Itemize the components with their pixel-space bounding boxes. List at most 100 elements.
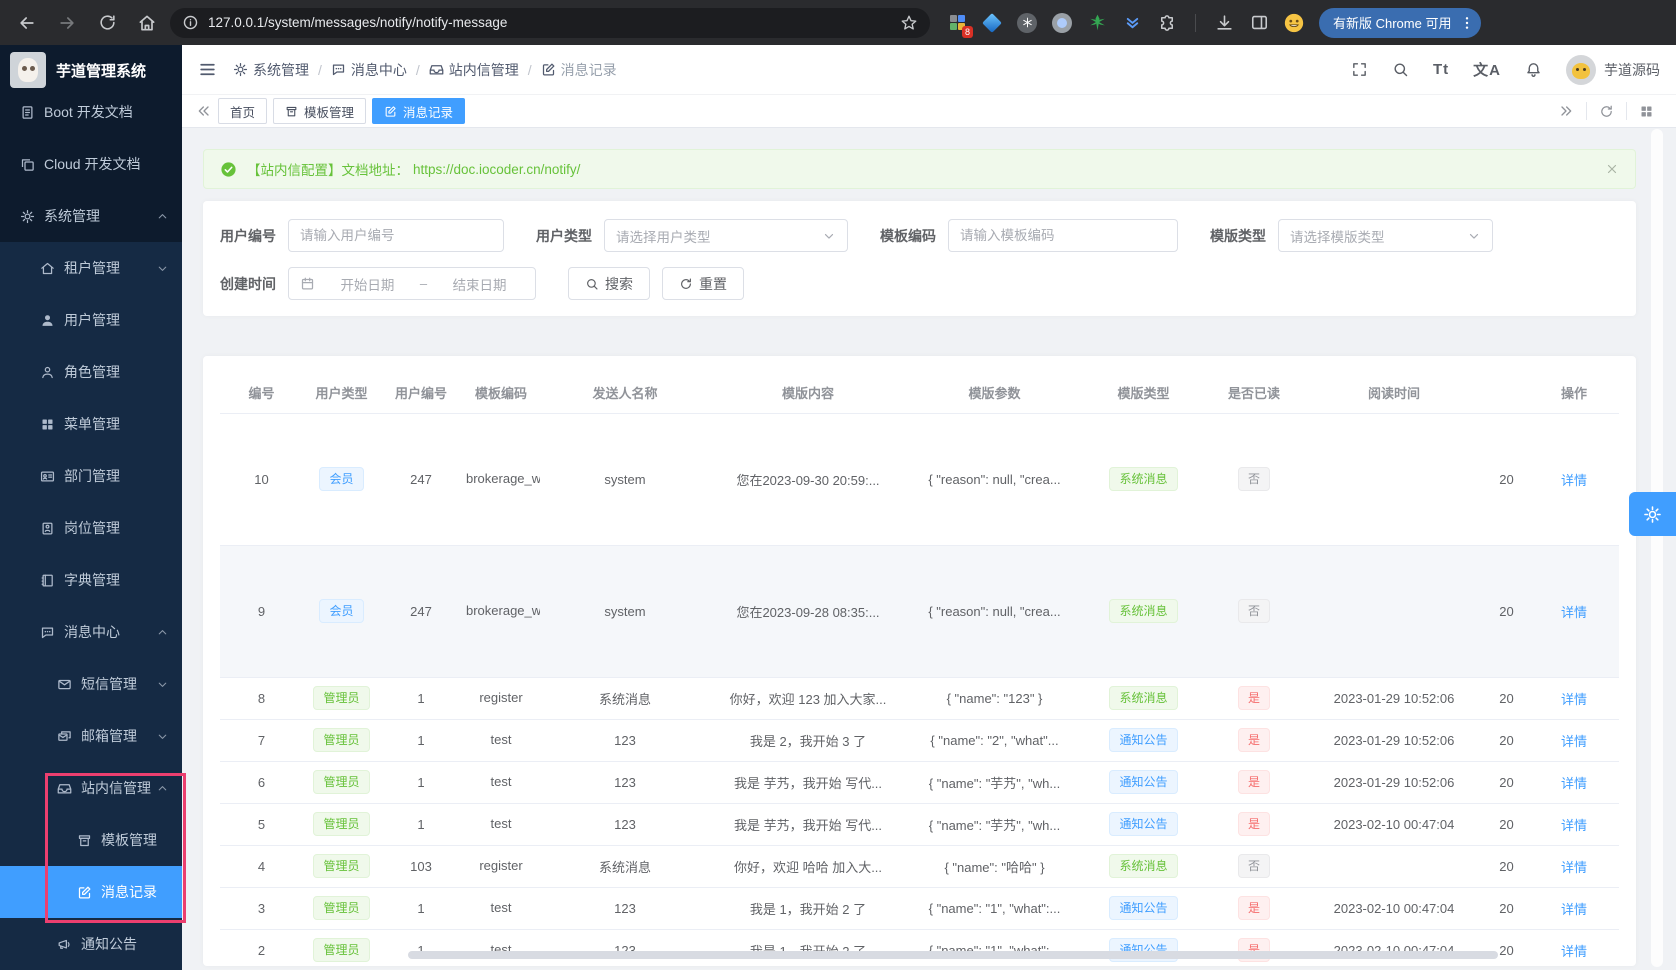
chevron-down-icon <box>156 262 169 275</box>
extension-chevrons-icon[interactable] <box>1121 12 1143 34</box>
user-type-cell: 会员 <box>303 413 380 545</box>
browser-back-button[interactable] <box>10 6 44 40</box>
tab-home[interactable]: 首页 <box>218 98 267 124</box>
template-content-cell: 我是 1，我开始 2 了 <box>710 887 906 929</box>
read-status-tag: 是 <box>1238 686 1270 710</box>
extension-dark-circle-icon[interactable] <box>1016 12 1038 34</box>
template-type-tag: 通知公告 <box>1109 812 1177 836</box>
address-bar[interactable]: 127.0.0.1/system/messages/notify/notify-… <box>170 8 930 38</box>
horizontal-scrollbar[interactable] <box>408 951 1498 959</box>
sidebar-item-menu-management[interactable]: 菜单管理 <box>0 398 182 450</box>
navbar-tools: Tt 文A 芋道源码 <box>1351 55 1660 85</box>
app-logo-row[interactable]: 芋道管理系统 <box>0 45 182 95</box>
tab-message-record[interactable]: 消息记录 <box>372 98 465 124</box>
menu-dots-icon[interactable] <box>1459 15 1475 31</box>
read-time-cell: 2023-01-29 10:52:06 <box>1304 677 1484 719</box>
breadcrumb-separator: / <box>416 62 420 78</box>
detail-link[interactable]: 详情 <box>1561 605 1587 620</box>
browser-reload-button[interactable] <box>90 6 124 40</box>
tabs-scroll-right-icon[interactable] <box>1546 103 1586 119</box>
profile-avatar-icon[interactable] <box>1283 12 1305 34</box>
sidebar-item-notify-management[interactable]: 站内信管理 <box>0 762 182 814</box>
message-table: 编号用户类型用户编号模板编码发送人名称模版内容模版参数模版类型是否已读阅读时间操… <box>220 373 1619 966</box>
side-panel-icon[interactable] <box>1248 12 1270 34</box>
create-time-range-picker[interactable]: 开始日期 – 结束日期 <box>288 267 536 300</box>
extension-grid-icon[interactable]: 8 <box>946 12 968 34</box>
sidebar-item-post-management[interactable]: 岗位管理 <box>0 502 182 554</box>
vertical-scrollbar[interactable] <box>1651 129 1663 967</box>
sidebar-item-dict-management[interactable]: 字典管理 <box>0 554 182 606</box>
detail-link[interactable]: 详情 <box>1561 860 1587 875</box>
sidebar-item-message-center[interactable]: 消息中心 <box>0 606 182 658</box>
bookmark-star-icon[interactable] <box>900 14 918 32</box>
tab-label: 首页 <box>230 102 255 121</box>
breadcrumb-message-center[interactable]: 消息中心 <box>331 60 407 80</box>
user-menu[interactable]: 芋道源码 <box>1566 55 1660 85</box>
template-type-select[interactable]: 请选择模版类型 <box>1278 219 1493 252</box>
browser-home-button[interactable] <box>130 6 164 40</box>
user-no-input-field[interactable] <box>300 228 492 243</box>
template-type-cell: 系统消息 <box>1083 413 1204 545</box>
breadcrumb-notify[interactable]: 站内信管理 <box>429 60 519 80</box>
tabs-bar: 首页 模板管理 消息记录 <box>182 95 1676 128</box>
font-size-icon[interactable]: Tt <box>1433 61 1449 78</box>
chat-icon <box>40 625 55 640</box>
browser-forward-button[interactable] <box>50 6 84 40</box>
sidebar-item-role-management[interactable]: 角色管理 <box>0 346 182 398</box>
template-code-input-field[interactable] <box>960 228 1166 243</box>
detail-link[interactable]: 详情 <box>1561 692 1587 707</box>
breadcrumb-system[interactable]: 系统管理 <box>233 60 309 80</box>
downloads-icon[interactable] <box>1213 12 1235 34</box>
notification-bell-icon[interactable] <box>1525 61 1542 78</box>
detail-link[interactable]: 详情 <box>1561 776 1587 791</box>
locale-icon[interactable]: 文A <box>1473 59 1501 80</box>
fullscreen-icon[interactable] <box>1351 61 1368 78</box>
sidebar-item-dept-management[interactable]: 部门管理 <box>0 450 182 502</box>
extensions-puzzle-icon[interactable] <box>1156 12 1178 34</box>
doc-link[interactable]: https://doc.iocoder.cn/notify/ <box>413 162 580 177</box>
layout-grid-icon[interactable] <box>1627 104 1666 119</box>
sidebar-item-notice-announcement[interactable]: 通知公告 <box>0 918 182 970</box>
sidebar-item-mail-management[interactable]: 邮箱管理 <box>0 710 182 762</box>
sidebar-item-sms-management[interactable]: 短信管理 <box>0 658 182 710</box>
user-no-cell: 247 <box>380 413 462 545</box>
chevron-down-icon <box>156 678 169 691</box>
column-header: 用户类型 <box>303 373 380 413</box>
action-cell: 详情 <box>1529 719 1619 761</box>
sidebar-item-system-management[interactable]: 系统管理 <box>0 190 182 242</box>
reset-button[interactable]: 重置 <box>662 267 744 300</box>
sidebar-item-template-management[interactable]: 模板管理 <box>0 814 182 866</box>
template-params-cell: { "name": "123" } <box>906 677 1083 719</box>
detail-link[interactable]: 详情 <box>1561 734 1587 749</box>
tab-template-management[interactable]: 模板管理 <box>273 98 366 124</box>
template-code-cell: register <box>462 677 540 719</box>
detail-link[interactable]: 详情 <box>1561 473 1587 488</box>
detail-link[interactable]: 详情 <box>1561 944 1587 959</box>
detail-link[interactable]: 详情 <box>1561 818 1587 833</box>
extension-kite-icon[interactable] <box>981 12 1003 34</box>
extension-green-star-icon[interactable] <box>1086 12 1108 34</box>
template-icon <box>77 833 92 848</box>
refresh-page-icon[interactable] <box>1587 104 1626 119</box>
theme-settings-button[interactable] <box>1629 492 1676 536</box>
detail-link[interactable]: 详情 <box>1561 902 1587 917</box>
sidebar-item-tenant-management[interactable]: 租户管理 <box>0 242 182 294</box>
extension-gray-circle-icon[interactable] <box>1051 12 1073 34</box>
alert-close-icon[interactable] <box>1605 162 1619 176</box>
user-type-select[interactable]: 请选择用户类型 <box>604 219 848 252</box>
chrome-update-button[interactable]: 有新版 Chrome 可用 <box>1319 8 1481 38</box>
tabs-scroll-left-icon[interactable] <box>196 103 212 119</box>
sidebar-item-user-management[interactable]: 用户管理 <box>0 294 182 346</box>
table-row: 10会员247brokerage_withdraw_audit_approves… <box>220 413 1619 545</box>
chevron-down-icon <box>822 229 836 243</box>
user-no-input[interactable] <box>288 219 504 252</box>
template-code-input[interactable] <box>948 219 1178 252</box>
search-icon[interactable] <box>1392 61 1409 78</box>
read-status-cell: 是 <box>1204 677 1304 719</box>
idcard-icon <box>40 469 55 484</box>
sidebar-item-message-record[interactable]: 消息记录 <box>0 866 182 918</box>
search-button[interactable]: 搜索 <box>568 267 650 300</box>
sidebar-item-cloud-docs[interactable]: Cloud 开发文档 <box>0 138 182 190</box>
collapse-menu-icon[interactable] <box>198 60 217 79</box>
site-info-icon[interactable] <box>182 14 199 31</box>
